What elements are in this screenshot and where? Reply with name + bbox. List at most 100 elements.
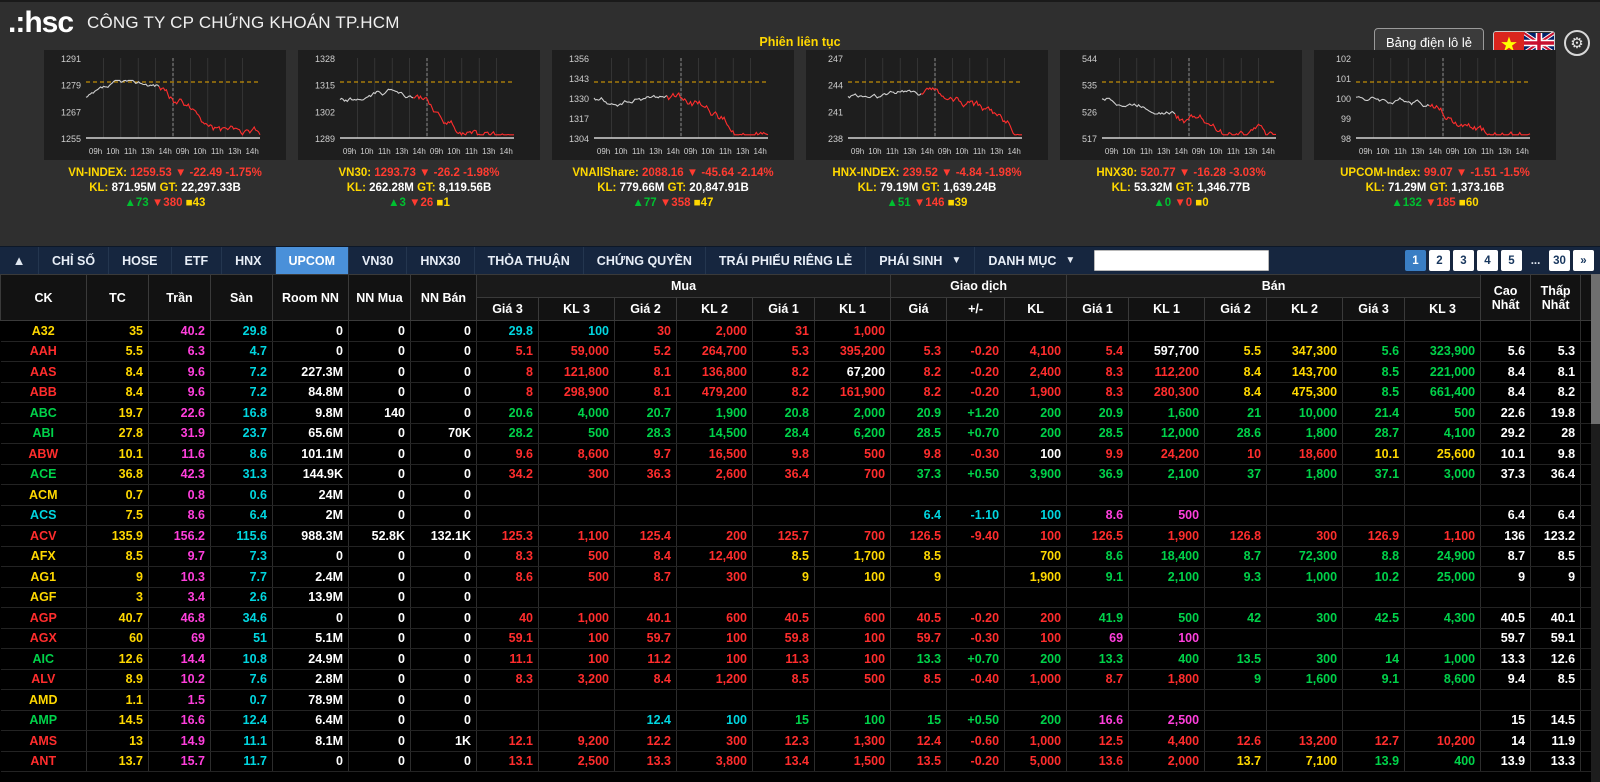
col-header-trần[interactable]: Trần <box>148 274 211 321</box>
cell-ticker[interactable]: AGF <box>0 587 87 608</box>
table-row[interactable]: AGP 40.7 46.8 34.6 0 0 0 40 1,000 40.1 600 40.5 600 4… <box>0 607 1600 629</box>
table-row[interactable]: ACV 135.9 156.2 115.6 988.3M 52.8K 132.1K 125.3… <box>0 525 1600 547</box>
cell-ticker[interactable]: ALV <box>0 669 87 690</box>
tab-upcom[interactable]: UPCOM <box>274 247 349 274</box>
col-header-nn-mua[interactable]: NN Mua <box>348 274 411 321</box>
col-header-kl-3[interactable]: KL 3 <box>1404 297 1482 321</box>
tab-hnx[interactable]: HNX <box>221 247 274 274</box>
page-button-1[interactable]: 1 <box>1405 250 1426 271</box>
cell-ticker[interactable]: ANT <box>0 751 87 772</box>
cell-ticker[interactable]: AMD <box>0 689 87 711</box>
index-panel-hnx30[interactable]: 544 535 526 517 09h 10h 11h 13h 14h 09h 10h 11h 13h 1… <box>1054 50 1308 210</box>
col-header-kl-1[interactable]: KL 1 <box>813 297 892 321</box>
symbol-search-box[interactable] <box>1094 250 1270 271</box>
table-row[interactable]: A323540.229.800029.8100302,000311,0000 <box>0 320 1600 342</box>
col-header-giá-1[interactable]: Giá 1 <box>1066 297 1130 321</box>
index-panel-vn-index[interactable]: 1291 1279 1267 1255 09h 10h 11h 13h 14h 09h 10h 11h… <box>38 50 292 210</box>
tab-vn30[interactable]: VN30 <box>348 247 406 274</box>
cell-ticker[interactable]: ABI <box>0 423 87 444</box>
col-header-kl-2[interactable]: KL 2 <box>676 297 753 321</box>
tab-trái-phiếu-riêng-lẻ[interactable]: TRÁI PHIẾU RIÊNG LẺ <box>704 247 865 274</box>
page-button-x[interactable]: » <box>1573 250 1594 271</box>
page-button-3[interactable]: 3 <box>1453 250 1474 271</box>
table-row[interactable]: AIC 12.6 14.4 10.8 24.9M 0 0 11.1 100 11.2 100 11.3… <box>0 648 1600 670</box>
table-row[interactable]: AGF33.42.613.9M000 <box>0 587 1600 608</box>
table-row[interactable]: AAS 8.4 9.6 7.2 227.3M 0 0 8 121,800 8.1 136,800 8.… <box>0 361 1600 383</box>
table-row[interactable]: ABI 27.8 31.9 23.7 65.6M 0 70K 28.2 500 28.3 14,50… <box>0 423 1600 444</box>
col-header-giá-3[interactable]: Giá 3 <box>1342 297 1406 321</box>
tab-chỉ-số[interactable]: CHỈ SỐ <box>38 247 108 274</box>
page-button-30[interactable]: 30 <box>1549 250 1570 271</box>
tab-chứng-quyền[interactable]: CHỨNG QUYỀN <box>582 247 705 274</box>
cell-ticker[interactable]: ABC <box>0 402 87 424</box>
cell-ticker[interactable]: AFX <box>0 546 87 567</box>
page-button-4[interactable]: 4 <box>1477 250 1498 271</box>
cell-ticker[interactable]: ABB <box>0 382 87 403</box>
cell-ticker[interactable]: ABW <box>0 443 87 465</box>
cell-ticker[interactable]: AGX <box>0 628 87 649</box>
search-input[interactable] <box>1095 251 1269 270</box>
table-row[interactable]: ABC 19.7 22.6 16.8 9.8M 140 0 20.6 4,000 20.7 1,90… <box>0 402 1600 424</box>
table-row[interactable]: ABB 8.4 9.6 7.2 84.8M 0 0 8 298,900 8.1 479,200 8.2… <box>0 382 1600 403</box>
tab-etf[interactable]: ETF <box>170 247 222 274</box>
cell-ticker[interactable]: AAH <box>0 341 87 362</box>
table-row[interactable]: AMD1.11.50.778.9M000 <box>0 689 1600 711</box>
table-row[interactable]: AMS 13 14.9 11.1 8.1M 0 1K 12.1 9,200 12.2 300 12.3… <box>0 730 1600 752</box>
col-header-room-nn[interactable]: Room NN <box>272 274 349 321</box>
col-header-kl-1[interactable]: KL 1 <box>1128 297 1206 321</box>
col-header-cao-nhất[interactable]: Cao Nhất <box>1480 274 1532 321</box>
table-row[interactable]: ABW 10.1 11.6 8.6 101.1M 0 0 9.6 8,600 9.7 16,500 9… <box>0 443 1600 465</box>
col-header-kl-3[interactable]: KL 3 <box>538 297 615 321</box>
tab-danh-mục[interactable]: DANH MỤC ▼ <box>974 247 1088 274</box>
cell-ticker[interactable]: AMP <box>0 710 87 731</box>
col-header-kl-2[interactable]: KL 2 <box>1266 297 1344 321</box>
col-header-giá[interactable]: Giá <box>890 297 948 321</box>
page-button-5[interactable]: 5 <box>1501 250 1522 271</box>
col-header-kl[interactable]: KL <box>1004 297 1068 321</box>
col-header-sàn[interactable]: Sàn <box>210 274 273 321</box>
cell-ticker[interactable]: AMS <box>0 730 87 752</box>
col-header-giá-1[interactable]: Giá 1 <box>752 297 815 321</box>
index-panel-vnallshare[interactable]: 1356 1343 1330 1317 1304 09h 10h 11h 13h 14h 09h 10… <box>546 50 800 210</box>
table-row[interactable]: AG1 9 10.3 7.7 2.4M 0 0 8.6 500 8.7 300 9 100 9 1,900 9… <box>0 566 1600 588</box>
page-button-2[interactable]: 2 <box>1429 250 1450 271</box>
index-panel-upcom-index[interactable]: 102 101 100 99 98 09h 10h 11h 13h 14h 09h 10h 11h 13h… <box>1308 50 1562 210</box>
col-header-thấp-nhất[interactable]: Thấp Nhất <box>1530 274 1582 321</box>
col-header-nn-bán[interactable]: NN Bán <box>410 274 477 321</box>
table-row[interactable]: ANT 13.7 15.7 11.7 0 0 0 13.1 2,500 13.3 3,800 13.4… <box>0 751 1600 772</box>
gear-icon[interactable]: ⚙ <box>1564 29 1590 56</box>
cell-ticker[interactable]: ACS <box>0 505 87 526</box>
index-panel-vn30[interactable]: 1328 1315 1302 1289 09h 10h 11h 13h 14h 09h 10h 11h… <box>292 50 546 210</box>
table-row[interactable]: AFX 8.5 9.7 7.3 0 0 0 8.3 500 8.4 12,400 8.5 1,700 8.… <box>0 546 1600 567</box>
chevron-up-icon[interactable]: ▲ <box>0 247 38 274</box>
cell-ticker[interactable]: AAS <box>0 361 87 383</box>
tab-phái-sinh[interactable]: PHÁI SINH ▼ <box>865 247 974 274</box>
table-row[interactable]: AAH 5.5 6.3 4.7 0 0 0 5.1 59,000 5.2 264,700 5.3 395… <box>0 341 1600 362</box>
col-header-tc[interactable]: TC <box>86 274 149 321</box>
cell-ticker[interactable]: AG1 <box>0 566 87 588</box>
table-row[interactable]: AMP 14.5 16.6 12.4 6.4M 0 0 12.4 100 15 100 15 +0.50… <box>0 710 1600 731</box>
table-row[interactable]: ACE 36.8 42.3 31.3 144.9K 0 0 34.2 300 36.3 2,600 3… <box>0 464 1600 485</box>
tab-thỏa-thuận[interactable]: THỎA THUẬN <box>473 247 583 274</box>
cell-ticker[interactable]: AGP <box>0 607 87 629</box>
col-header-giá-2[interactable]: Giá 2 <box>1204 297 1268 321</box>
cell-ticker[interactable]: ACM <box>0 484 87 506</box>
table-row[interactable]: ALV 8.9 10.2 7.6 2.8M 0 0 8.3 3,200 8.4 1,200 8.5 50… <box>0 669 1600 690</box>
table-row[interactable]: AGX 60 69 51 5.1M 0 0 59.1 100 59.7 100 59.8 100 59.7… <box>0 628 1600 649</box>
table-row[interactable]: ACM0.70.80.624M000 <box>0 484 1600 506</box>
vertical-scrollbar[interactable] <box>1591 274 1600 782</box>
index-panel-hnx-index[interactable]: 247 244 241 238 09h 10h 11h 13h 14h 09h 10h 11h 13h 1… <box>800 50 1054 210</box>
table-row[interactable]: ACS7.58.66.42M006.4-1.101008.65006.46.46… <box>0 505 1600 526</box>
tab-hnx30[interactable]: HNX30 <box>406 247 473 274</box>
col-header-giá-3[interactable]: Giá 3 <box>476 297 539 321</box>
tab-hose[interactable]: HOSE <box>108 247 170 274</box>
scrollbar-thumb[interactable] <box>1591 274 1600 424</box>
cell-ticker[interactable]: ACE <box>0 464 87 485</box>
col-header-ck[interactable]: CK <box>0 274 87 321</box>
page-button-xxx[interactable]: ... <box>1525 250 1546 271</box>
col-header-giá-2[interactable]: Giá 2 <box>614 297 677 321</box>
cell-ticker[interactable]: AIC <box>0 648 87 670</box>
cell-ticker[interactable]: A32 <box>0 320 87 342</box>
col-header---[interactable]: +/- <box>946 297 1006 321</box>
cell-ticker[interactable]: ACV <box>0 525 87 547</box>
